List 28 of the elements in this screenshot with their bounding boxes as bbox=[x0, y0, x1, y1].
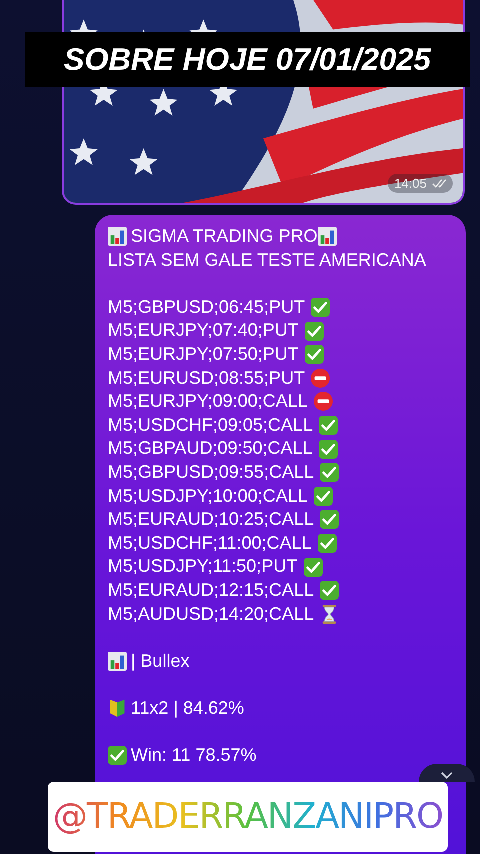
broker-text: | Bullex bbox=[131, 650, 190, 673]
signal-text: M5;EURJPY;09:00;CALL bbox=[108, 390, 308, 414]
win-text: Win: 11 78.57% bbox=[131, 744, 257, 768]
signal-text: M5;USDCHF;09:05;CALL bbox=[108, 414, 314, 437]
signal-text: M5;EURJPY;07:50;PUT bbox=[108, 342, 299, 366]
score-text: 11x2 | 84.62% bbox=[131, 696, 244, 720]
signal-text: M5;GBPUSD;09:55;CALL bbox=[108, 460, 314, 484]
check-mark-icon bbox=[108, 746, 127, 766]
bar-chart-icon bbox=[318, 227, 337, 246]
scroll-down-button[interactable] bbox=[419, 764, 475, 782]
signal-text: M5;EURAUD;10:25;CALL bbox=[108, 508, 314, 532]
signal-text: M5;GBPUSD;06:45;PUT bbox=[108, 296, 306, 319]
message-title: SIGMA TRADING PRO bbox=[131, 225, 318, 248]
signal-text: M5;EURJPY;07:40;PUT bbox=[108, 319, 299, 342]
bar-chart-icon bbox=[108, 652, 127, 671]
signal-text: M5;USDCHF;11:00;CALL bbox=[108, 532, 312, 555]
chevron-down-icon bbox=[441, 772, 453, 779]
signal-text: M5;USDJPY;11:50;PUT bbox=[108, 555, 298, 578]
video-caption: SOBRE HOJE 07/01/2025 bbox=[25, 32, 470, 87]
message-subtitle: LISTA SEM GALE TESTE AMERICANA bbox=[108, 248, 428, 272]
beginner-badge-icon bbox=[108, 699, 127, 718]
signal-text: M5;EURUSD;08:55;PUT bbox=[108, 366, 306, 390]
signal-text: M5;GBPAUD;09:50;CALL bbox=[108, 437, 313, 460]
signal-text: M5;EURAUD;12:15;CALL bbox=[108, 578, 314, 602]
signal-text: M5;AUDUSD;14:20;CALL bbox=[108, 602, 314, 626]
timestamp-badge: 14:05 bbox=[388, 174, 453, 193]
signal-text: M5;USDJPY;10:00;CALL bbox=[108, 484, 308, 508]
bar-chart-icon bbox=[108, 227, 127, 246]
